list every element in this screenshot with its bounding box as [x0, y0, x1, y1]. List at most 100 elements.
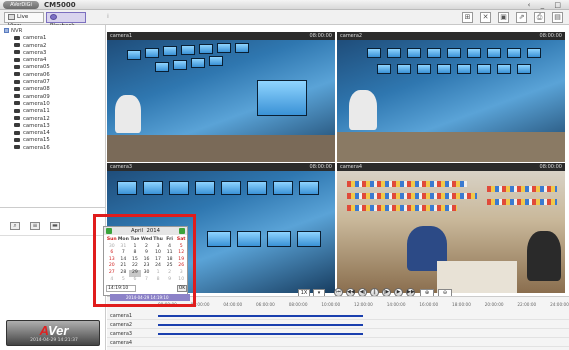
- calendar-weekday: Fri: [166, 237, 173, 242]
- calendar-day[interactable]: 3: [175, 270, 187, 277]
- tree-camera-label: camera11: [23, 108, 50, 115]
- timeline-tick: 06:00:00: [256, 302, 275, 307]
- tile-header: camera3 08:00:00: [107, 163, 335, 171]
- tree-camera-label: camera08: [23, 86, 50, 93]
- calendar-day[interactable]: 23: [141, 263, 153, 270]
- title-bar: AVerDiGi CM5000 ‹ _ □: [0, 0, 569, 10]
- calendar-day[interactable]: 8: [152, 277, 164, 284]
- prev-month-button[interactable]: [106, 228, 112, 234]
- calendar-day[interactable]: 21: [118, 263, 130, 270]
- calendar-day[interactable]: 7: [141, 277, 153, 284]
- track-label: camera4: [110, 340, 133, 346]
- calendar-day[interactable]: 26: [175, 263, 187, 270]
- tree-camera-item[interactable]: camera11: [2, 108, 104, 115]
- grid-icon[interactable]: ⊞: [462, 12, 473, 23]
- tree-camera-label: camera06: [23, 71, 50, 78]
- calendar-day[interactable]: 29: [129, 269, 141, 277]
- calendar-day[interactable]: 11: [164, 250, 176, 257]
- bookmark-tab-icon[interactable]: ≡: [30, 222, 40, 230]
- tree-camera-label: camera3: [23, 49, 47, 56]
- calendar-day[interactable]: 27: [106, 270, 118, 277]
- app-logo[interactable]: AVerDiGi: [3, 1, 39, 9]
- calendar-day[interactable]: 2: [164, 270, 176, 277]
- calendar-day[interactable]: 4: [106, 277, 118, 284]
- tree-camera-item[interactable]: camera10: [2, 101, 104, 108]
- tree-camera-item[interactable]: camera08: [2, 86, 104, 93]
- recording-segment[interactable]: [158, 333, 363, 335]
- print-icon[interactable]: ⎙: [534, 12, 545, 23]
- tree-camera-item[interactable]: camera15: [2, 137, 104, 144]
- calendar-day[interactable]: 8: [129, 250, 141, 257]
- calendar-day[interactable]: 10: [175, 277, 187, 284]
- next-month-button[interactable]: [179, 228, 185, 234]
- time-input[interactable]: 14:19:10: [106, 285, 136, 292]
- calendar-header: April 2014: [104, 227, 187, 235]
- playback-icon: [50, 13, 57, 20]
- tree-camera-item[interactable]: camera09: [2, 94, 104, 101]
- brand-panel: AVer 2014-04-29 14:21:37: [6, 320, 100, 346]
- tree-camera-label: camera2: [23, 42, 47, 49]
- calendar-day[interactable]: 12: [175, 250, 187, 257]
- timeline-track[interactable]: camera1: [107, 312, 569, 320]
- tree-root-label: NVR: [11, 28, 23, 34]
- recording-segment[interactable]: [158, 324, 363, 326]
- tree-camera-item[interactable]: camera06: [2, 72, 104, 79]
- calendar-day[interactable]: 24: [152, 263, 164, 270]
- timeline-track[interactable]: camera3: [107, 330, 569, 338]
- timeline-track[interactable]: camera2: [107, 321, 569, 329]
- calendar-day[interactable]: 20: [106, 263, 118, 270]
- calendar-day[interactable]: 9: [164, 277, 176, 284]
- tree-camera-label: camera09: [23, 93, 50, 100]
- export-icon[interactable]: ⇗: [516, 12, 527, 23]
- fullscreen-icon[interactable]: ✕: [480, 12, 491, 23]
- calendar-day[interactable]: 1: [152, 270, 164, 277]
- camera-view-store: [337, 171, 565, 293]
- playback-button[interactable]: Playback: [46, 12, 86, 29]
- camera-icon: [14, 86, 20, 91]
- tree-camera-item[interactable]: camera07: [2, 79, 104, 86]
- timeline-tick: 20:00:00: [484, 302, 504, 307]
- left-panel: NVR camera1 camera2 camera3 camera4 camera05…: [0, 25, 106, 350]
- aver-logo: AVer: [39, 323, 69, 338]
- calendar-day[interactable]: 5: [118, 277, 130, 284]
- timeline-tick: 16:00:00: [419, 302, 439, 307]
- calendar-year[interactable]: 2014: [147, 228, 160, 234]
- panel-splitter[interactable]: ⁞: [107, 13, 109, 20]
- search-tab-icon[interactable]: ⌕: [10, 222, 20, 230]
- tree-camera-item[interactable]: camera16: [2, 145, 104, 152]
- calendar-weekday: Wed: [140, 237, 153, 242]
- ok-button[interactable]: OK: [177, 285, 187, 292]
- camera-tile[interactable]: camera4 08:00:00: [337, 163, 565, 293]
- tile-header: camera2 08:00:00: [337, 32, 565, 40]
- calendar-day[interactable]: 7: [118, 250, 130, 257]
- tree-camera-item[interactable]: camera14: [2, 130, 104, 137]
- tree-camera-item[interactable]: camera13: [2, 123, 104, 130]
- camera-tile[interactable]: camera2 08:00:00: [337, 32, 565, 162]
- tree-camera-item[interactable]: camera12: [2, 116, 104, 123]
- tree-camera-item[interactable]: camera3: [2, 50, 104, 57]
- calendar-day[interactable]: 9: [141, 250, 153, 257]
- folder-tab-icon[interactable]: ▬: [50, 222, 60, 230]
- calendar-day[interactable]: 30: [141, 270, 153, 277]
- snapshot-icon[interactable]: ▣: [498, 12, 509, 23]
- calendar-day[interactable]: 28: [118, 270, 130, 277]
- calendar-day[interactable]: 10: [152, 250, 164, 257]
- tree-camera-label: camera07: [23, 79, 50, 86]
- window-controls[interactable]: ‹ _ □: [528, 0, 565, 10]
- calendar-day[interactable]: 25: [164, 263, 176, 270]
- live-view-button[interactable]: Live View: [4, 12, 44, 29]
- camera-tile[interactable]: camera1 08:00:00: [107, 32, 335, 162]
- timeline-track[interactable]: camera4: [107, 339, 569, 347]
- recording-segment[interactable]: [158, 315, 363, 317]
- calendar-day[interactable]: 22: [129, 263, 141, 270]
- settings-icon[interactable]: ▤: [552, 12, 563, 23]
- tree-camera-item[interactable]: camera05: [2, 64, 104, 71]
- timeline-tick: 18:00:00: [452, 302, 471, 307]
- calendar-month[interactable]: April: [131, 228, 143, 234]
- tree-camera-item[interactable]: camera1: [2, 35, 104, 42]
- calendar-day[interactable]: 6: [106, 250, 118, 257]
- tree-root[interactable]: NVR: [2, 28, 104, 35]
- tree-camera-item[interactable]: camera2: [2, 43, 104, 50]
- calendar-day[interactable]: 6: [129, 277, 141, 284]
- tree-camera-item[interactable]: camera4: [2, 57, 104, 64]
